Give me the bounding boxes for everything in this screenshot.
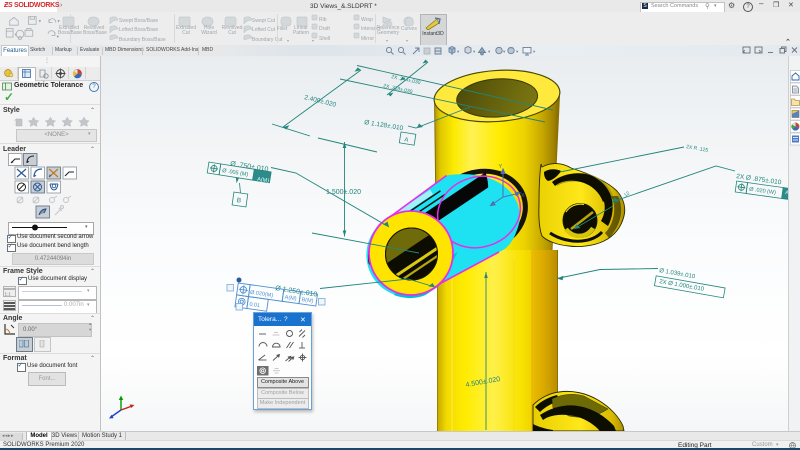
svg-text:X: X [521,193,525,199]
svg-text:▾: ▾ [533,49,536,54]
svg-text:▾: ▾ [457,49,460,54]
svg-text:▾: ▾ [488,49,491,54]
svg-text:▾: ▾ [39,19,41,24]
svg-text:▾: ▾ [503,49,506,54]
svg-text:1.500±.020: 1.500±.020 [326,189,361,196]
svg-text:1:1: 1:1 [5,292,12,297]
svg-text:▾: ▾ [473,49,476,54]
svg-text:Y: Y [499,164,503,170]
svg-text:▾: ▾ [516,49,519,54]
